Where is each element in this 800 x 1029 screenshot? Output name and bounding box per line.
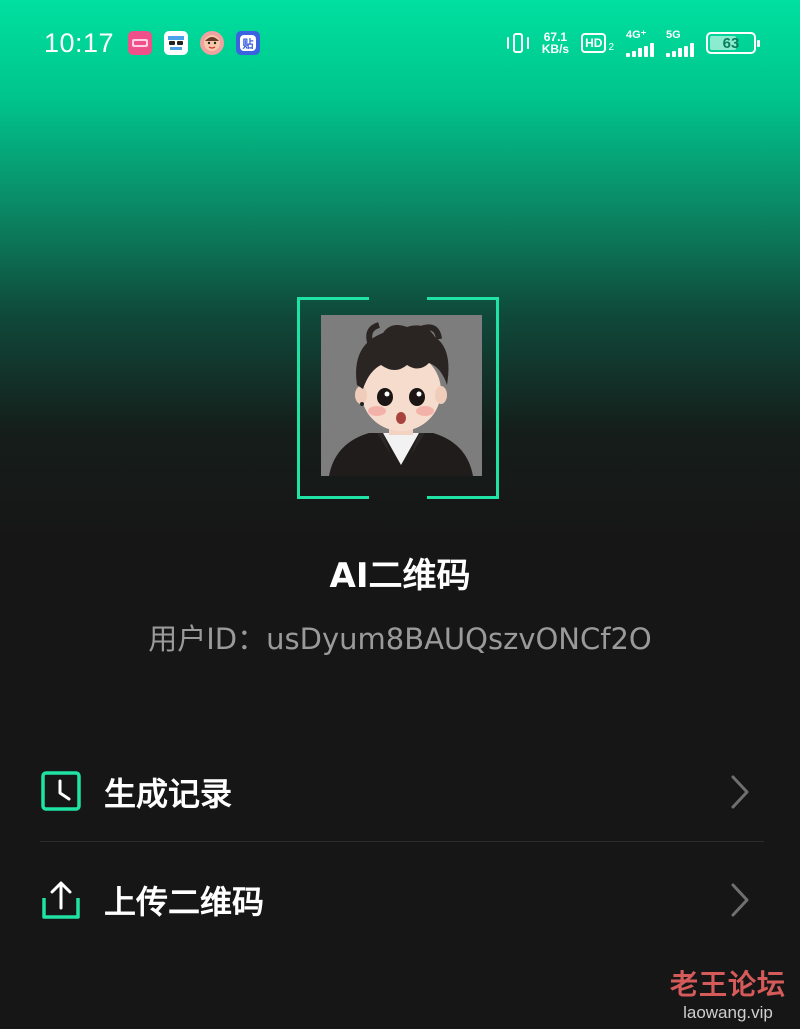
network-speed: 67.1 KB/s	[542, 31, 569, 55]
menu-item-upload-qrcode[interactable]: 上传二维码	[40, 850, 764, 950]
user-id-line: 用户ID：usDyum8BAUQszvONCf2O	[0, 616, 800, 658]
hd-label: HD	[581, 33, 607, 53]
watermark-name: 老王论坛	[669, 968, 786, 1001]
status-indicators: 67.1 KB/s HD 2 4G⁺ 5G 63	[506, 28, 760, 57]
hd-voice-icon: HD 2	[581, 33, 614, 53]
chevron-right-icon	[730, 775, 750, 809]
status-time: 10:17	[44, 27, 115, 58]
face-app-icon	[200, 31, 225, 55]
history-clock-icon	[40, 770, 84, 814]
battery-icon: 63	[706, 32, 760, 54]
page-title: AI二维码	[329, 556, 471, 596]
tieba-app-icon: 贴	[236, 31, 261, 55]
menu-item-label: 生成记录	[104, 774, 233, 813]
vibrate-icon	[506, 31, 530, 55]
user-id-label: 用户ID：	[148, 622, 267, 656]
battery-level: 63	[722, 34, 740, 52]
sunglasses-app-icon	[164, 31, 189, 55]
watermark-url: laowang.vip	[683, 1003, 773, 1022]
sim2-label: 5G	[666, 28, 681, 41]
sim2-signal-icon: 5G	[666, 28, 694, 57]
chevron-right-icon	[730, 883, 750, 917]
svg-text:贴: 贴	[242, 37, 254, 51]
hd-sub: 2	[608, 42, 614, 53]
network-speed-unit: KB/s	[541, 42, 570, 56]
sim1-signal-icon: 4G⁺	[626, 28, 654, 57]
user-id-value[interactable]: usDyum8BAUQszvONCf2O	[266, 622, 652, 656]
menu-item-history[interactable]: 生成记录	[40, 742, 764, 842]
notification-app-icons: 贴	[128, 31, 261, 55]
site-watermark: 老王论坛 laowang.vip	[670, 963, 786, 1023]
pink-app-icon	[128, 31, 153, 55]
menu-item-label: 上传二维码	[104, 883, 265, 921]
upload-icon	[40, 878, 84, 922]
status-bar: 10:17 贴 67.1 KB/s HD 2 4G⁺ 5G 63	[0, 0, 800, 86]
sim1-label: 4G⁺	[626, 28, 647, 41]
user-avatar[interactable]	[321, 315, 482, 476]
